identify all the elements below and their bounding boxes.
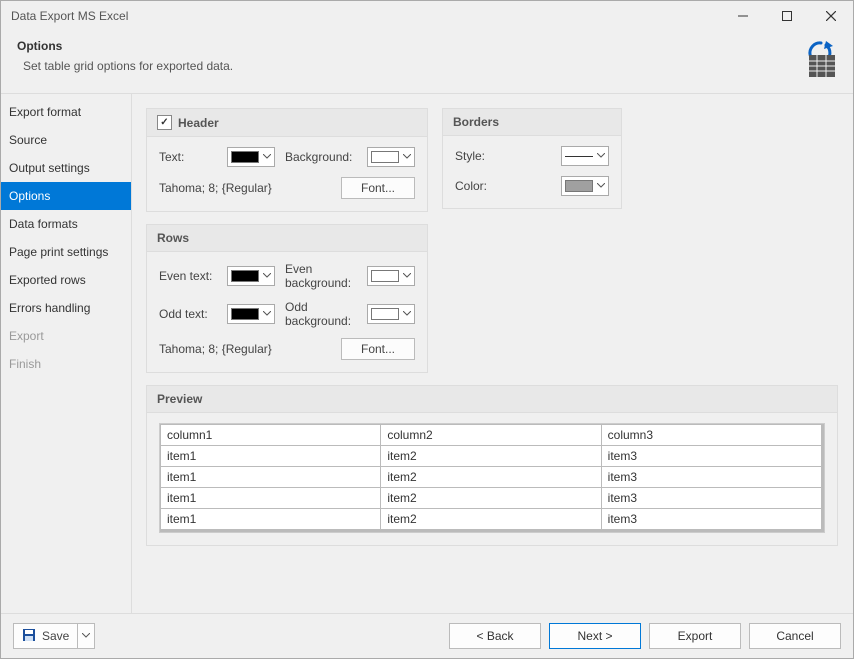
- export-button[interactable]: Export: [649, 623, 741, 649]
- preview-group-title: Preview: [157, 392, 202, 406]
- maximize-button[interactable]: [765, 1, 809, 31]
- sidebar-item-export-format[interactable]: Export format: [1, 98, 131, 126]
- even-bg-color-dropdown[interactable]: [367, 266, 415, 286]
- even-bg-swatch: [371, 270, 399, 282]
- header-bg-color-dropdown[interactable]: [367, 147, 415, 167]
- sidebar-item-page-print-settings[interactable]: Page print settings: [1, 238, 131, 266]
- preview-column-header: column1: [161, 425, 381, 446]
- preview-cell: item2: [381, 488, 601, 509]
- next-button[interactable]: Next >: [549, 623, 641, 649]
- chevron-down-icon: [597, 182, 605, 190]
- table-row: item1item2item3: [161, 446, 822, 467]
- header-font-button[interactable]: Font...: [341, 177, 415, 199]
- header-text-swatch: [231, 151, 259, 163]
- border-style-label: Style:: [455, 149, 551, 163]
- sidebar-item-data-formats[interactable]: Data formats: [1, 210, 131, 238]
- titlebar: Data Export MS Excel: [1, 1, 853, 31]
- header-group-title: Header: [178, 116, 219, 130]
- header-bg-label: Background:: [285, 150, 357, 164]
- chevron-down-icon: [263, 272, 271, 280]
- sidebar-item-source[interactable]: Source: [1, 126, 131, 154]
- even-bg-label: Even background:: [285, 262, 357, 290]
- odd-text-color-dropdown[interactable]: [227, 304, 275, 324]
- page-subtitle: Set table grid options for exported data…: [17, 53, 797, 73]
- header-font-description: Tahoma; 8; {Regular}: [159, 181, 331, 195]
- even-text-swatch: [231, 270, 259, 282]
- border-style-preview: [565, 156, 593, 157]
- preview-group: Preview column1column2column3item1item2i…: [146, 385, 838, 546]
- preview-cell: item1: [161, 446, 381, 467]
- sidebar-item-output-settings[interactable]: Output settings: [1, 154, 131, 182]
- save-split-button[interactable]: Save: [13, 623, 95, 649]
- minimize-button[interactable]: [721, 1, 765, 31]
- table-row: item1item2item3: [161, 467, 822, 488]
- rows-group: Rows Even text: Even background:: [146, 224, 428, 373]
- chevron-down-icon: [403, 272, 411, 280]
- chevron-down-icon: [597, 152, 605, 160]
- preview-cell: item1: [161, 488, 381, 509]
- preview-table: column1column2column3item1item2item3item…: [160, 424, 822, 530]
- sidebar-item-exported-rows[interactable]: Exported rows: [1, 266, 131, 294]
- even-text-label: Even text:: [159, 269, 217, 283]
- rows-font-button[interactable]: Font...: [341, 338, 415, 360]
- preview-cell: item1: [161, 509, 381, 530]
- border-color-dropdown[interactable]: [561, 176, 609, 196]
- odd-text-swatch: [231, 308, 259, 320]
- header-checkbox[interactable]: ✓: [157, 115, 172, 130]
- preview-cell: item3: [601, 446, 821, 467]
- chevron-down-icon: [263, 310, 271, 318]
- header-bg-swatch: [371, 151, 399, 163]
- sidebar-item-options[interactable]: Options: [1, 182, 131, 210]
- rows-group-title: Rows: [157, 231, 189, 245]
- odd-bg-swatch: [371, 308, 399, 320]
- odd-bg-label: Odd background:: [285, 300, 357, 328]
- save-button-label: Save: [42, 629, 69, 643]
- export-wizard-window: Data Export MS Excel Options Set table g…: [0, 0, 854, 659]
- sidebar-item-finish: Finish: [1, 350, 131, 378]
- preview-column-header: column3: [601, 425, 821, 446]
- preview-cell: item3: [601, 488, 821, 509]
- border-style-dropdown[interactable]: [561, 146, 609, 166]
- chevron-down-icon: [263, 153, 271, 161]
- export-excel-icon: [797, 39, 837, 79]
- sidebar-item-export: Export: [1, 322, 131, 350]
- table-row: item1item2item3: [161, 509, 822, 530]
- chevron-down-icon: [403, 153, 411, 161]
- preview-cell: item2: [381, 509, 601, 530]
- table-row: item1item2item3: [161, 488, 822, 509]
- save-icon: [22, 628, 36, 645]
- sidebar-item-errors-handling[interactable]: Errors handling: [1, 294, 131, 322]
- wizard-steps-sidebar: Export formatSourceOutput settingsOption…: [1, 94, 132, 613]
- border-color-label: Color:: [455, 179, 551, 193]
- header-text-label: Text:: [159, 150, 217, 164]
- borders-group: Borders Style: Color:: [442, 108, 622, 209]
- odd-bg-color-dropdown[interactable]: [367, 304, 415, 324]
- header-text-color-dropdown[interactable]: [227, 147, 275, 167]
- rows-font-description: Tahoma; 8; {Regular}: [159, 342, 331, 356]
- preview-cell: item3: [601, 467, 821, 488]
- preview-cell: item2: [381, 446, 601, 467]
- preview-cell: item2: [381, 467, 601, 488]
- header-group: ✓ Header Text: Background:: [146, 108, 428, 212]
- odd-text-label: Odd text:: [159, 307, 217, 321]
- cancel-button[interactable]: Cancel: [749, 623, 841, 649]
- window-title: Data Export MS Excel: [11, 9, 721, 23]
- chevron-down-icon: [403, 310, 411, 318]
- even-text-color-dropdown[interactable]: [227, 266, 275, 286]
- preview-column-header: column2: [381, 425, 601, 446]
- preview-cell: item3: [601, 509, 821, 530]
- save-dropdown-toggle[interactable]: [77, 624, 94, 648]
- back-button[interactable]: < Back: [449, 623, 541, 649]
- preview-cell: item1: [161, 467, 381, 488]
- border-color-swatch: [565, 180, 593, 192]
- page-title: Options: [17, 39, 797, 53]
- options-panel: ✓ Header Text: Background:: [132, 94, 853, 613]
- page-header: Options Set table grid options for expor…: [1, 31, 853, 94]
- close-button[interactable]: [809, 1, 853, 31]
- wizard-footer: Save < Back Next > Export Cancel: [1, 613, 853, 658]
- borders-group-title: Borders: [453, 115, 499, 129]
